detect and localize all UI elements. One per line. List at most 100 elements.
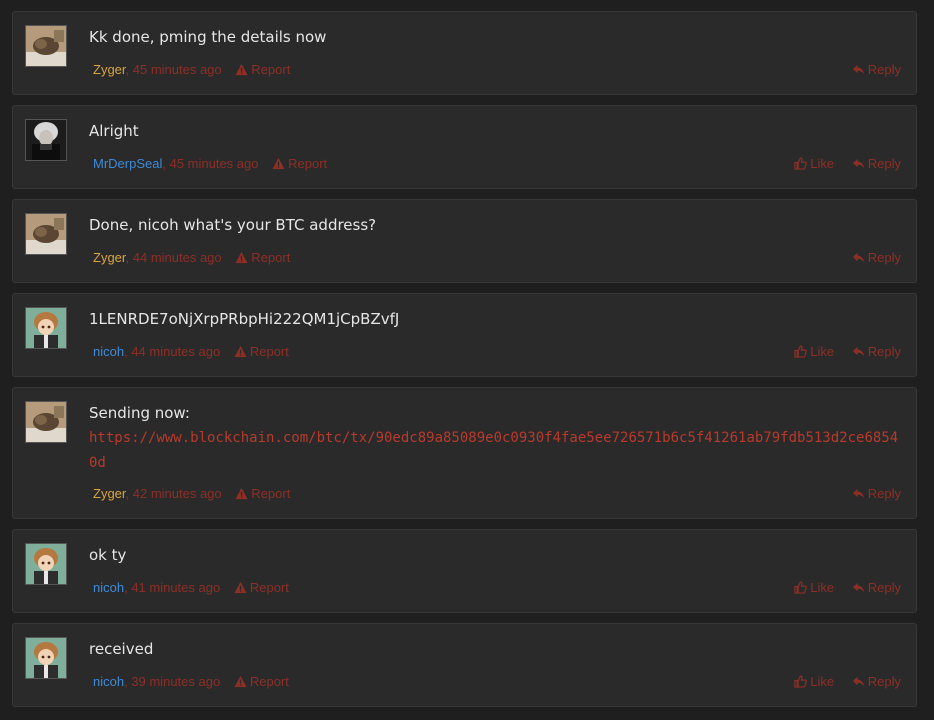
- report-button[interactable]: Report: [234, 580, 289, 595]
- post-timestamp: 41 minutes ago: [131, 580, 221, 595]
- report-label: Report: [249, 580, 289, 595]
- report-button[interactable]: Report: [234, 344, 289, 359]
- warning-icon: [234, 345, 247, 358]
- post-time: , 39 minutes ago: [124, 674, 221, 689]
- reply-button[interactable]: Reply: [852, 580, 901, 595]
- transaction-link[interactable]: https://www.blockchain.com/btc/tx/90edc8…: [89, 430, 898, 471]
- author-link[interactable]: Zyger: [93, 486, 126, 501]
- post-message: ok ty: [89, 543, 906, 567]
- author-link[interactable]: nicoh: [93, 674, 124, 689]
- message-text: Alright: [89, 122, 139, 140]
- post-message: Done, nicoh what's your BTC address?: [89, 213, 906, 237]
- post-meta: Zyger, 45 minutes ago Report Reply: [93, 62, 901, 78]
- reply-button[interactable]: Reply: [852, 156, 901, 171]
- like-button[interactable]: Like: [794, 580, 834, 595]
- reply-label: Reply: [867, 156, 901, 171]
- warning-icon: [272, 157, 285, 170]
- reply-icon: [852, 64, 864, 75]
- warning-icon: [235, 251, 248, 264]
- post-meta: nicoh, 44 minutes ago Report Like Reply: [93, 344, 901, 360]
- thumbs-up-icon: [794, 675, 808, 688]
- comment-post: Done, nicoh what's your BTC address? Zyg…: [12, 199, 917, 283]
- message-text: Sending now:: [89, 404, 190, 422]
- like-button[interactable]: Like: [794, 344, 834, 359]
- like-label: Like: [810, 156, 835, 171]
- post-timestamp: 44 minutes ago: [132, 250, 222, 265]
- reply-icon: [852, 676, 864, 687]
- post-timestamp: 45 minutes ago: [132, 62, 222, 77]
- thumbs-up-icon: [794, 157, 808, 170]
- report-button[interactable]: Report: [235, 486, 290, 501]
- thumbs-up-icon: [794, 345, 808, 358]
- report-button[interactable]: Report: [235, 250, 290, 265]
- like-button[interactable]: Like: [794, 674, 834, 689]
- comment-post: 1LENRDE7oNjXrpPRbpHi222QM1jCpBZvfJ nicoh…: [12, 293, 917, 377]
- post-timestamp: 45 minutes ago: [169, 156, 259, 171]
- post-message: received: [89, 637, 906, 661]
- reply-icon: [852, 252, 864, 263]
- comment-post: Kk done, pming the details now Zyger, 45…: [12, 11, 917, 95]
- post-actions: Like Reply: [780, 344, 901, 360]
- post-time: , 45 minutes ago: [125, 62, 222, 77]
- avatar-image: [26, 120, 66, 160]
- avatar[interactable]: [25, 637, 67, 679]
- avatar[interactable]: [25, 307, 67, 349]
- comment-post: ok ty nicoh, 41 minutes ago Report Like …: [12, 529, 917, 613]
- message-text: Kk done, pming the details now: [89, 28, 327, 46]
- avatar[interactable]: [25, 401, 67, 443]
- reply-icon: [852, 346, 864, 357]
- post-message: Kk done, pming the details now: [89, 25, 906, 49]
- like-label: Like: [810, 344, 835, 359]
- reply-label: Reply: [867, 580, 901, 595]
- post-meta: MrDerpSeal, 45 minutes ago Report Like R…: [93, 156, 901, 172]
- report-button[interactable]: Report: [234, 674, 289, 689]
- avatar[interactable]: [25, 25, 67, 67]
- reply-button[interactable]: Reply: [852, 674, 901, 689]
- post-meta: nicoh, 41 minutes ago Report Like Reply: [93, 580, 901, 596]
- post-time: , 42 minutes ago: [125, 486, 222, 501]
- report-label: Report: [249, 344, 289, 359]
- avatar-image: [26, 638, 66, 678]
- author-link[interactable]: nicoh: [93, 580, 124, 595]
- warning-icon: [235, 487, 248, 500]
- post-actions: Like Reply: [780, 156, 901, 172]
- comment-post: Sending now: https://www.blockchain.com/…: [12, 387, 917, 519]
- reply-label: Reply: [867, 486, 901, 501]
- like-label: Like: [810, 674, 835, 689]
- reply-button[interactable]: Reply: [852, 344, 901, 359]
- reply-label: Reply: [867, 250, 901, 265]
- post-time: , 44 minutes ago: [124, 344, 221, 359]
- avatar[interactable]: [25, 543, 67, 585]
- reply-button[interactable]: Reply: [852, 250, 901, 265]
- reply-button[interactable]: Reply: [852, 486, 901, 501]
- comment-post: received nicoh, 39 minutes ago Report Li…: [12, 623, 917, 707]
- avatar[interactable]: [25, 213, 67, 255]
- avatar-image: [26, 214, 66, 254]
- message-text: ok ty: [89, 546, 127, 564]
- post-meta: Zyger, 42 minutes ago Report Reply: [93, 486, 901, 502]
- report-button[interactable]: Report: [235, 62, 290, 77]
- post-timestamp: 44 minutes ago: [131, 344, 221, 359]
- post-message: Sending now: https://www.blockchain.com/…: [89, 401, 906, 475]
- post-message: 1LENRDE7oNjXrpPRbpHi222QM1jCpBZvfJ: [89, 307, 906, 331]
- author-link[interactable]: MrDerpSeal: [93, 156, 162, 171]
- author-link[interactable]: Zyger: [93, 62, 126, 77]
- post-actions: Reply: [838, 486, 901, 502]
- comment-thread: Kk done, pming the details now Zyger, 45…: [0, 0, 934, 720]
- post-actions: Like Reply: [780, 580, 901, 596]
- report-label: Report: [249, 674, 289, 689]
- post-timestamp: 42 minutes ago: [132, 486, 222, 501]
- post-message: Alright: [89, 119, 906, 143]
- author-link[interactable]: nicoh: [93, 344, 124, 359]
- report-label: Report: [251, 250, 291, 265]
- like-button[interactable]: Like: [794, 156, 834, 171]
- reply-label: Reply: [867, 344, 901, 359]
- reply-button[interactable]: Reply: [852, 62, 901, 77]
- post-time: , 45 minutes ago: [162, 156, 259, 171]
- avatar[interactable]: [25, 119, 67, 161]
- post-meta: nicoh, 39 minutes ago Report Like Reply: [93, 674, 901, 690]
- avatar-image: [26, 544, 66, 584]
- author-link[interactable]: Zyger: [93, 250, 126, 265]
- report-button[interactable]: Report: [272, 156, 327, 171]
- reply-icon: [852, 582, 864, 593]
